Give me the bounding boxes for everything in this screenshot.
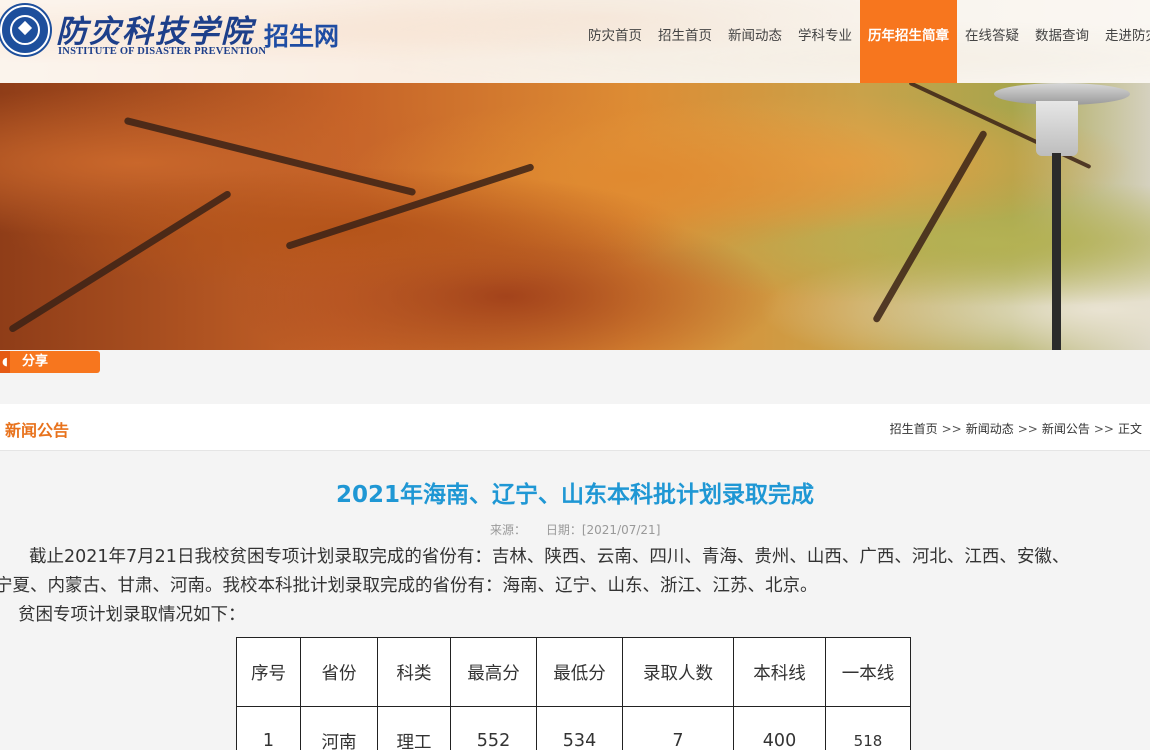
table-header-cell: 科类 <box>377 637 451 707</box>
article-date: 日期：[2021/07/21] <box>545 523 661 537</box>
article-source: 来源： <box>490 523 527 537</box>
table-cell: 534 <box>536 706 623 750</box>
nav-item-data-query[interactable]: 数据查询 <box>1027 0 1097 83</box>
breadcrumb-admissions-home[interactable]: 招生首页 <box>890 422 938 436</box>
section-bar: 新闻公告 招生首页 >> 新闻动态 >> 新闻公告 >> 正文 <box>0 404 1150 451</box>
article-paragraph-1: 截止2021年7月21日我校贫困专项计划录取完成的省份有：吉林、陕西、云南、四川… <box>0 543 1150 601</box>
table-header-cell: 省份 <box>300 637 378 707</box>
table-header-row: 序号 省份 科类 最高分 最低分 录取人数 本科线 一本线 <box>236 637 911 707</box>
breadcrumb: 招生首页 >> 新闻动态 >> 新闻公告 >> 正文 <box>890 420 1142 437</box>
section-title: 新闻公告 <box>5 421 70 440</box>
share-icon: ◖ <box>0 351 10 373</box>
table-header-cell: 录取人数 <box>622 637 734 707</box>
table-header-cell: 最高分 <box>450 637 537 707</box>
share-strip: ◖ 分享 <box>0 350 1150 404</box>
site-header: 防灾科技学院 INSTITUTE OF DISASTER PREVENTION … <box>0 0 1150 83</box>
nav-item-online-qa[interactable]: 在线答疑 <box>957 0 1027 83</box>
nav-item-about[interactable]: 走进防灾 <box>1097 0 1150 83</box>
table-cell: 理工 <box>377 706 451 750</box>
share-label: 分享 <box>22 354 49 369</box>
admission-table: 序号 省份 科类 最高分 最低分 录取人数 本科线 一本线 1 河南 理工 55… <box>236 637 911 750</box>
breadcrumb-current: 正文 <box>1117 422 1142 436</box>
paragraph-1-line-1: 截止2021年7月21日我校贫困专项计划录取完成的省份有：吉林、陕西、云南、四川… <box>29 547 1070 567</box>
article-meta: 来源： 日期：[2021/07/21] <box>490 521 676 538</box>
nav-item-disaster-home[interactable]: 防灾首页 <box>580 0 650 83</box>
article-title: 2021年海南、辽宁、山东本科批计划录取完成 <box>335 482 814 508</box>
table-header-cell: 本科线 <box>733 637 826 707</box>
breadcrumb-separator: >> <box>941 422 962 436</box>
table-cell: 552 <box>450 706 537 750</box>
article-paragraph-2: 贫困专项计划录取情况如下： <box>18 605 246 625</box>
nav-item-admissions-home[interactable]: 招生首页 <box>650 0 720 83</box>
breadcrumb-news[interactable]: 新闻动态 <box>966 422 1014 436</box>
nav-item-majors[interactable]: 学科专业 <box>790 0 860 83</box>
table-header-cell: 最低分 <box>536 637 623 707</box>
table-cell: 河南 <box>300 706 378 750</box>
table-row: 1 河南 理工 552 534 7 400 518 <box>236 706 911 750</box>
table-cell: 1 <box>236 706 301 750</box>
school-emblem-icon[interactable] <box>0 5 50 55</box>
table-cell: 518 <box>825 706 911 750</box>
school-logo-text[interactable]: 防灾科技学院 <box>56 6 254 51</box>
table-cell: 7 <box>622 706 734 750</box>
site-name[interactable]: 招生网 <box>264 17 339 53</box>
table-header-cell: 一本线 <box>825 637 911 707</box>
article: 2021年海南、辽宁、山东本科批计划录取完成 来源： 日期：[2021/07/2… <box>0 451 1150 750</box>
school-logo-english[interactable]: INSTITUTE OF DISASTER PREVENTION <box>58 46 266 57</box>
paragraph-1-line-2: 宁夏、内蒙古、甘肃、河南。我校本科批计划录取完成的省份有：海南、辽宁、山东、浙江… <box>0 576 818 596</box>
table-cell: 400 <box>733 706 826 750</box>
breadcrumb-separator: >> <box>1093 422 1114 436</box>
main-nav: 防灾首页 招生首页 新闻动态 学科专业 历年招生简章 在线答疑 数据查询 走进防… <box>580 0 1150 83</box>
autumn-leaves-banner <box>0 83 1150 350</box>
breadcrumb-separator: >> <box>1017 422 1038 436</box>
breadcrumb-announcements[interactable]: 新闻公告 <box>1042 422 1090 436</box>
table-header-cell: 序号 <box>236 637 301 707</box>
nav-item-news[interactable]: 新闻动态 <box>720 0 790 83</box>
share-button[interactable]: ◖ 分享 <box>0 351 100 373</box>
nav-item-admission-brochures[interactable]: 历年招生简章 <box>860 0 957 83</box>
